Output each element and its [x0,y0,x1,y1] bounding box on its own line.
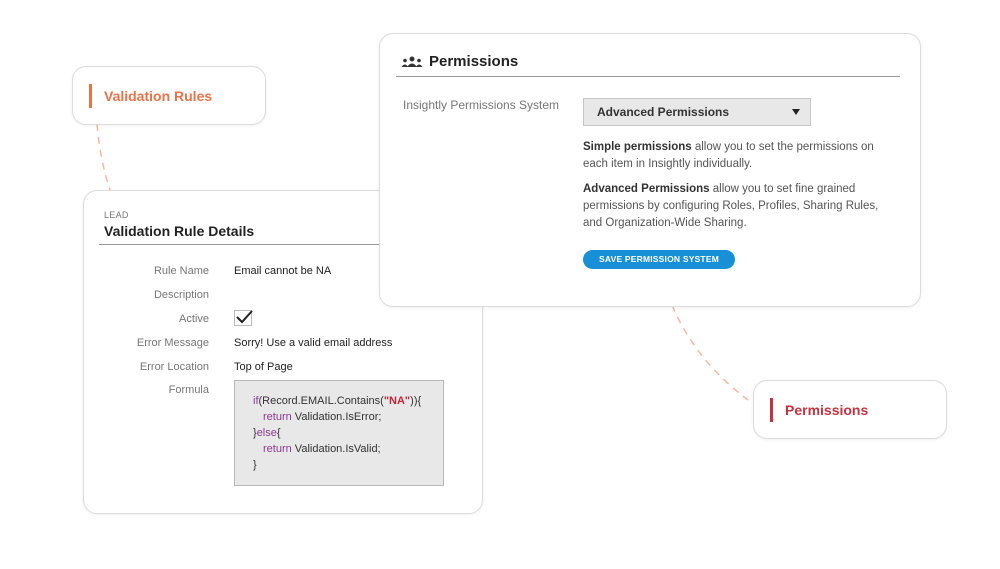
field-value: Sorry! Use a valid email address [234,337,393,349]
field-label: Formula [168,384,209,396]
record-type-label: LEAD [104,210,129,220]
permissions-system-label: Insightly Permissions System [403,98,560,112]
permissions-tag[interactable]: Permissions [753,380,947,439]
field-label: Error Location [139,361,209,373]
users-icon [401,56,423,67]
validation-rules-tag[interactable]: Validation Rules [72,66,266,125]
field-value: Top of Page [234,361,293,373]
divider [99,244,399,245]
permissions-card: Permissions Insightly Permissions System… [379,33,921,307]
field-label: Active [179,313,209,325]
dropdown-arrow-icon [792,109,800,115]
permissions-label: Permissions [785,401,869,418]
code-line: return Validation.IsError; [263,411,382,423]
advanced-permissions-description: Advanced Permissions allow you to set fi… [583,183,879,229]
divider [396,76,900,77]
permissions-system-select[interactable]: Advanced Permissions [583,98,811,126]
validation-rules-label: Validation Rules [104,87,213,104]
active-checkbox[interactable] [234,310,253,326]
code-line: return Validation.IsValid; [263,443,381,455]
field-label: Description [153,289,209,301]
field-label: Error Message [136,337,209,349]
field-value: Email cannot be NA [234,265,332,277]
field-label: Rule Name [153,265,209,277]
card-title: Validation Rule Details [104,223,255,239]
accent-bar [89,83,92,108]
checkmark-icon [236,310,253,324]
accent-bar [770,397,773,422]
code-line: if(Record.EMAIL.Contains("NA")){ [253,395,422,407]
connector-permissions [671,304,749,401]
save-permission-system-button[interactable]: SAVE PERMISSION SYSTEM [583,250,735,269]
connector-validation [96,123,111,191]
formula-editor[interactable]: if(Record.EMAIL.Contains("NA")){ return … [234,380,444,486]
code-line: }else{ [253,427,281,439]
selected-value: Advanced Permissions [597,105,730,119]
card-title: Permissions [429,53,519,70]
code-line: } [253,459,257,471]
simple-permissions-description: Simple permissions allow you to set the … [583,141,874,170]
